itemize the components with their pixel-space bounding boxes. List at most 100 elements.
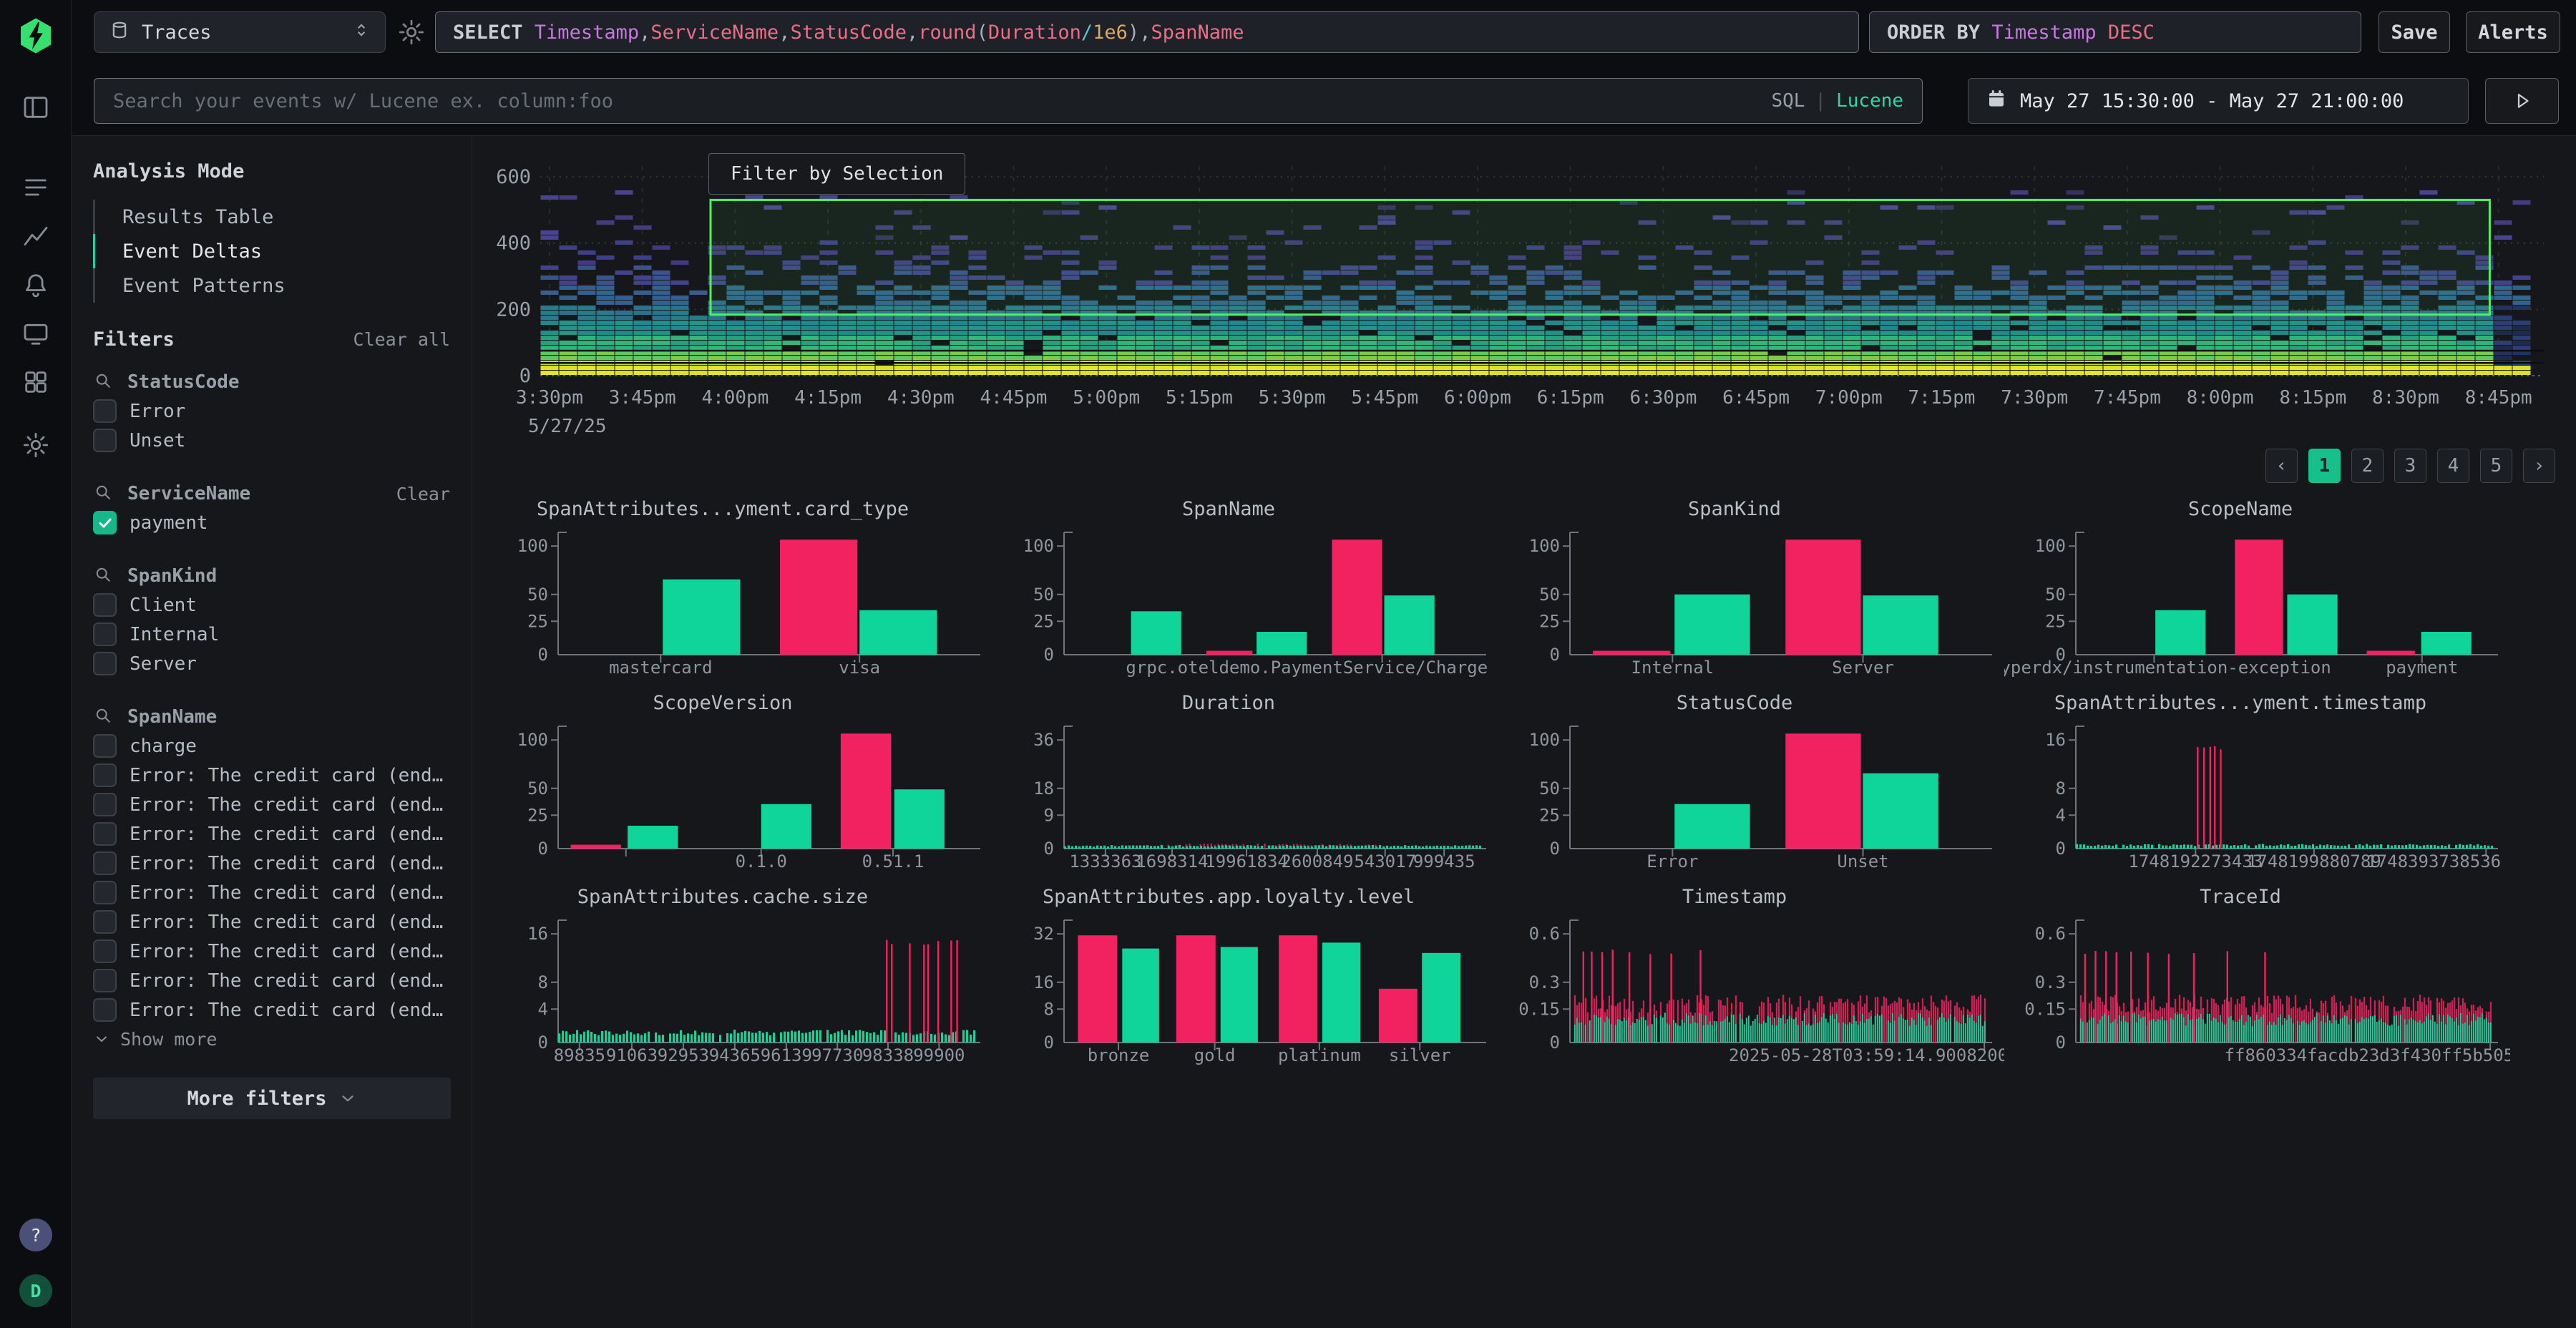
monitor-icon[interactable] <box>0 309 72 358</box>
logs-icon[interactable] <box>0 163 72 212</box>
save-button[interactable]: Save <box>2379 11 2450 53</box>
run-query-button[interactable] <box>2485 78 2559 124</box>
show-more[interactable]: Show more <box>93 1025 450 1053</box>
help-button[interactable]: ? <box>19 1219 52 1251</box>
alerts-button[interactable]: Alerts <box>2466 11 2560 53</box>
source-settings-gear-icon[interactable] <box>395 16 428 49</box>
gear-icon[interactable] <box>0 421 72 469</box>
checkbox[interactable] <box>93 881 117 904</box>
checkbox[interactable] <box>93 969 117 992</box>
filter-option[interactable]: Error: The credit card (end… <box>93 761 450 790</box>
page-button-4[interactable]: 4 <box>2437 449 2469 483</box>
page-button-1[interactable]: 1 <box>2308 449 2341 483</box>
filter-option[interactable]: Error: The credit card (end… <box>93 878 450 907</box>
delta-chart-spanname[interactable]: SpanName02550100grpc.oteldemo.PaymentSer… <box>992 492 1498 685</box>
page-prev-button[interactable]: ‹ <box>2265 449 2298 483</box>
svg-text:400: 400 <box>496 233 531 255</box>
order-by-input[interactable]: ORDER BY Timestamp DESC <box>1869 11 2361 53</box>
checkbox[interactable] <box>93 851 117 875</box>
main-panel: 3:30pm3:45pm4:00pm4:15pm4:30pm4:45pm5:00… <box>472 136 2576 1328</box>
checkbox[interactable] <box>93 622 117 646</box>
search-icon[interactable] <box>93 371 113 394</box>
line-chart-icon[interactable] <box>0 212 72 260</box>
filter-option[interactable]: Internal <box>93 620 450 649</box>
filter-option[interactable]: charge <box>93 731 450 761</box>
delta-chart-traceid[interactable]: TraceId00.150.30.6ff860334facdb23d3f430f… <box>2004 880 2510 1073</box>
hyperdx-logo-icon[interactable] <box>16 16 56 56</box>
avatar[interactable]: D <box>19 1274 52 1307</box>
svg-text:8:15pm: 8:15pm <box>2279 387 2346 409</box>
filter-option[interactable]: Error <box>93 396 450 426</box>
svg-text:7:00pm: 7:00pm <box>1815 387 1883 409</box>
delta-chart-spanattributes-app-loyalty-level[interactable]: SpanAttributes.app.loyalty.level081632br… <box>992 880 1498 1073</box>
svg-text:TraceId: TraceId <box>2200 886 2281 908</box>
mode-item-results-table[interactable]: Results Table <box>93 200 450 234</box>
clear-filter-servicename[interactable]: Clear <box>396 484 450 504</box>
svg-text:0: 0 <box>1044 1032 1054 1053</box>
svg-text:@hyperdx/instrumentation-excep: @hyperdx/instrumentation-exception <box>2004 658 2331 678</box>
svg-text:3:45pm: 3:45pm <box>609 387 676 409</box>
checkbox[interactable] <box>93 429 117 452</box>
delta-chart-spanattributes-cache-size[interactable]: SpanAttributes.cache.size048168983591063… <box>487 880 992 1073</box>
pagination: ‹ 12345 › <box>2265 449 2555 483</box>
checkbox[interactable] <box>93 734 117 758</box>
panel-left-icon[interactable] <box>0 83 72 132</box>
filter-option[interactable]: Error: The credit card (end… <box>93 849 450 878</box>
filter-option[interactable]: Error: The credit card (end… <box>93 995 450 1025</box>
mode-item-event-patterns[interactable]: Event Patterns <box>93 268 450 303</box>
svg-text:5/27/25: 5/27/25 <box>528 416 607 437</box>
filter-option[interactable]: payment <box>93 508 450 537</box>
filter-option[interactable]: Error: The credit card (end… <box>93 966 450 995</box>
filter-option[interactable]: Unset <box>93 426 450 455</box>
svg-text:8:45pm: 8:45pm <box>2465 387 2532 409</box>
delta-chart-spanattributes-yment-timestamp[interactable]: SpanAttributes...yment.timestamp04816174… <box>2004 686 2510 879</box>
checkbox[interactable] <box>93 793 117 816</box>
delta-chart-scopeversion[interactable]: ScopeVersion025501000.1.00.51.1 <box>487 686 992 879</box>
filter-option[interactable]: Error: The credit card (end… <box>93 790 450 819</box>
blocks-icon[interactable] <box>0 358 72 406</box>
checkbox[interactable] <box>93 652 117 675</box>
checkbox[interactable] <box>93 939 117 963</box>
time-range-selection[interactable] <box>711 200 2489 314</box>
filter-group-spankind: SpanKindClientInternalServer <box>93 562 450 678</box>
lucene-toggle[interactable]: Lucene <box>1836 90 1903 112</box>
checkbox[interactable] <box>93 822 117 846</box>
filter-option[interactable]: Error: The credit card (end… <box>93 937 450 966</box>
search-icon[interactable] <box>93 565 113 587</box>
checkbox[interactable] <box>93 593 117 617</box>
bell-icon[interactable] <box>0 260 72 309</box>
clear-all-filters[interactable]: Clear all <box>353 329 450 350</box>
page-button-3[interactable]: 3 <box>2394 449 2426 483</box>
source-select[interactable]: Traces <box>94 11 386 53</box>
delta-chart-statuscode[interactable]: StatusCode02550100ErrorUnset <box>1498 686 2004 879</box>
delta-chart-duration[interactable]: Duration09183613333631698314199618342600… <box>992 686 1498 879</box>
checkbox[interactable] <box>93 910 117 934</box>
select-query-input[interactable]: SELECT Timestamp,ServiceName,StatusCode,… <box>435 11 1859 53</box>
filter-option[interactable]: Error: The credit card (end… <box>93 907 450 937</box>
checkbox[interactable] <box>93 399 117 423</box>
checkbox-checked[interactable] <box>93 511 117 534</box>
delta-chart-scopename[interactable]: ScopeName02550100@hyperdx/instrumentatio… <box>2004 492 2510 685</box>
filter-option[interactable]: Client <box>93 590 450 620</box>
filter-option[interactable]: Server <box>93 649 450 678</box>
filter-by-selection-button[interactable]: Filter by Selection <box>708 153 965 195</box>
page-next-button[interactable]: › <box>2523 449 2555 483</box>
checkbox[interactable] <box>93 763 117 787</box>
filter-option-label: Error: The credit card (end… <box>130 765 443 786</box>
page-button-2[interactable]: 2 <box>2351 449 2384 483</box>
delta-chart-spanattributes-yment-card-type[interactable]: SpanAttributes...yment.card_type02550100… <box>487 492 992 685</box>
delta-chart-timestamp[interactable]: Timestamp00.150.30.62025-05-28T03:59:14.… <box>1498 880 2004 1073</box>
sql-toggle[interactable]: SQL <box>1771 90 1805 112</box>
filter-option[interactable]: Error: The credit card (end… <box>93 819 450 849</box>
checkbox[interactable] <box>93 998 117 1022</box>
search-input[interactable]: Search your events w/ Lucene ex. column:… <box>94 78 1923 124</box>
search-icon[interactable] <box>93 706 113 728</box>
mode-item-event-deltas[interactable]: Event Deltas <box>93 234 450 268</box>
page-button-5[interactable]: 5 <box>2480 449 2512 483</box>
delta-chart-spankind[interactable]: SpanKind02550100InternalServer <box>1498 492 2004 685</box>
date-range-input[interactable]: May 27 15:30:00 - May 27 21:00:00 <box>1968 78 2469 124</box>
svg-text:25: 25 <box>1539 611 1560 631</box>
filter-option-label: Error: The credit card (end… <box>130 1000 443 1021</box>
search-icon[interactable] <box>93 482 113 505</box>
more-filters-button[interactable]: More filters <box>93 1078 451 1119</box>
